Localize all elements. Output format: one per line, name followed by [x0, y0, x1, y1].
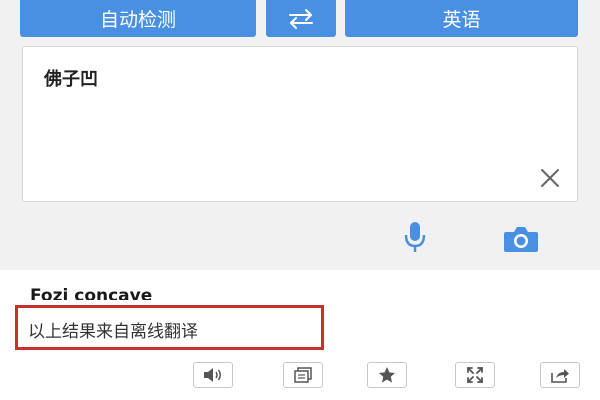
share-button[interactable] [540, 362, 580, 388]
source-text-input[interactable]: 佛子凹 [22, 46, 578, 202]
share-icon [551, 369, 569, 383]
offline-notice-highlight: 以上结果来自离线翻译 [15, 305, 324, 350]
swap-arrows-icon [289, 8, 313, 29]
source-language-label: 自动检测 [99, 9, 176, 31]
clear-button[interactable] [539, 167, 561, 189]
swap-languages-button[interactable] [266, 0, 336, 37]
voice-input-button[interactable] [400, 220, 430, 254]
speak-button[interactable] [193, 362, 233, 388]
fullscreen-icon [467, 367, 483, 383]
input-panel: 自动检测 英语 佛子凹 [0, 0, 600, 270]
source-language-button[interactable]: 自动检测 [20, 0, 256, 37]
speaker-icon [204, 368, 221, 382]
translation-result: Fozi concave [30, 286, 153, 300]
target-language-label: 英语 [442, 9, 481, 31]
close-icon [541, 169, 559, 187]
source-text: 佛子凹 [44, 69, 98, 90]
star-icon [379, 367, 395, 383]
microphone-icon [404, 222, 426, 252]
copy-button[interactable] [283, 362, 323, 388]
camera-translate-button[interactable] [502, 225, 540, 253]
favorite-button[interactable] [367, 362, 407, 388]
offline-notice-text: 以上结果来自离线翻译 [28, 322, 198, 342]
translator-screen: 自动检测 英语 佛子凹 Fozi concave 以上结果来自离线翻译 [0, 0, 600, 400]
target-language-button[interactable]: 英语 [345, 0, 578, 37]
fullscreen-button[interactable] [455, 362, 495, 388]
camera-icon [504, 227, 538, 252]
copy-icon [294, 367, 312, 383]
